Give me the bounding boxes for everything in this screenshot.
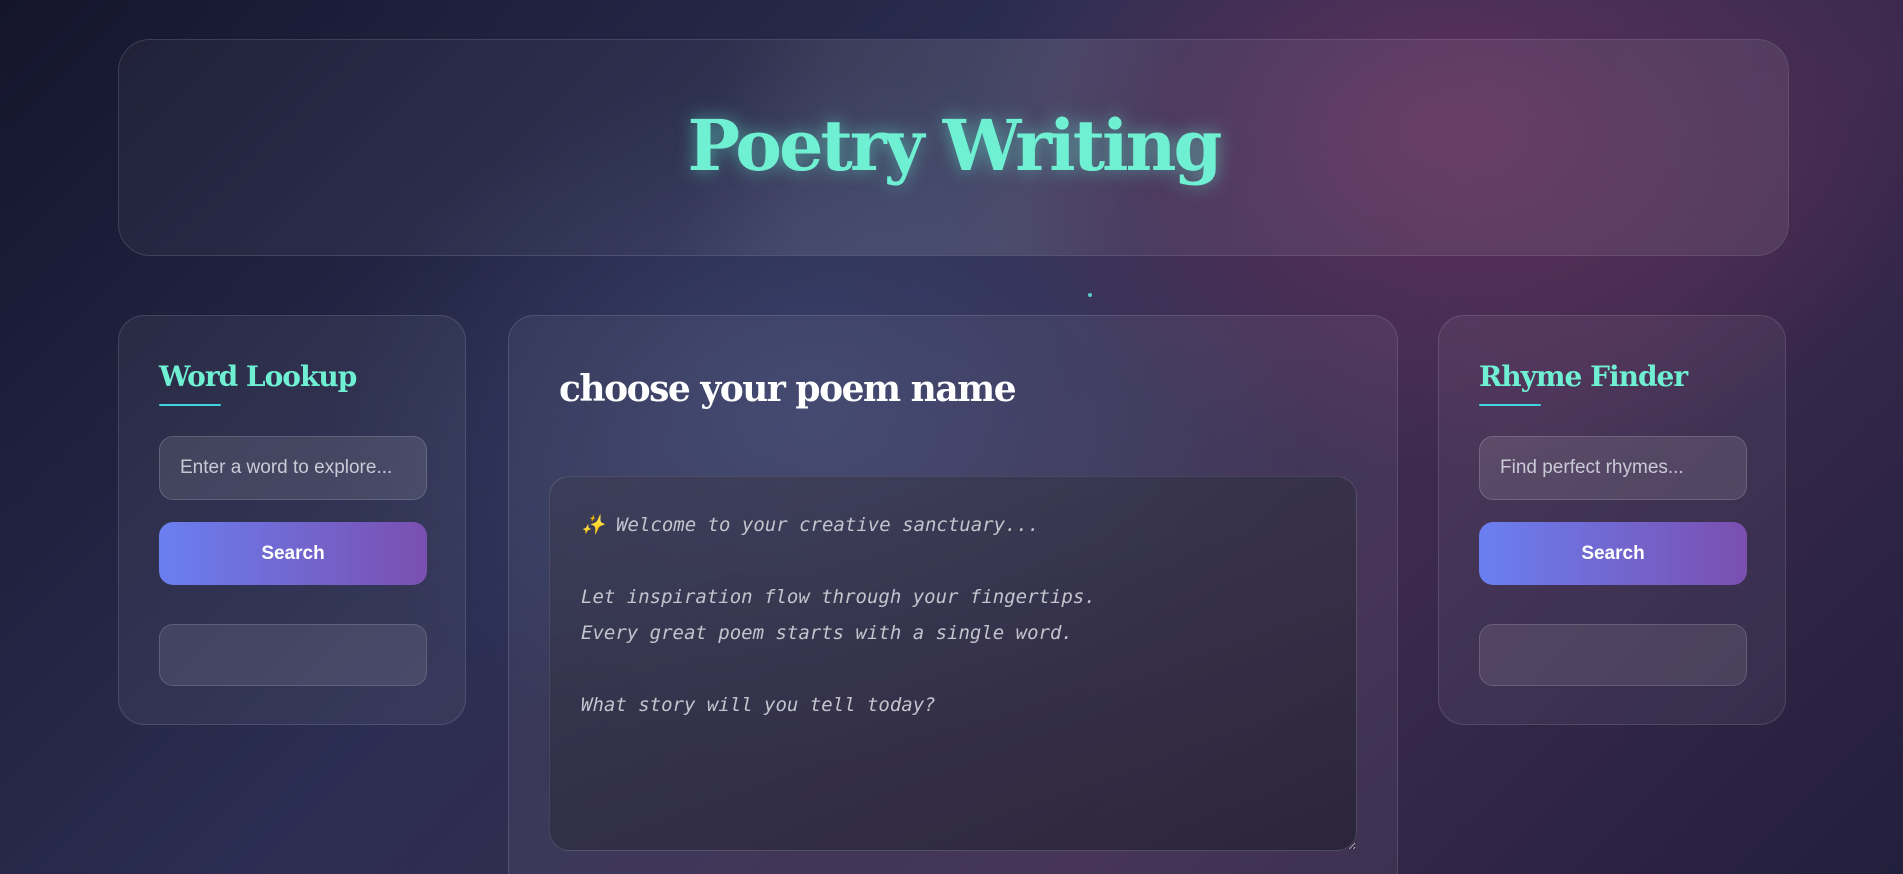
word-lookup-input[interactable] xyxy=(159,436,427,500)
decorative-dot xyxy=(1088,293,1092,297)
rhyme-finder-results xyxy=(1479,624,1747,686)
page-title: Poetry Writing xyxy=(687,104,1223,187)
rhyme-finder-search-button[interactable]: Search xyxy=(1479,522,1747,585)
poem-editor-panel: choose your poem name xyxy=(508,315,1398,874)
title-underline xyxy=(1479,404,1541,406)
word-lookup-title: Word Lookup xyxy=(159,360,357,393)
word-lookup-search-button[interactable]: Search xyxy=(159,522,427,585)
rhyme-finder-input[interactable] xyxy=(1479,436,1747,500)
word-lookup-panel: Word Lookup Search xyxy=(118,315,466,725)
title-underline xyxy=(159,404,221,406)
poem-textarea[interactable] xyxy=(549,476,1357,851)
word-lookup-results xyxy=(159,624,427,686)
rhyme-finder-title: Rhyme Finder xyxy=(1479,360,1688,393)
poem-name-title[interactable]: choose your poem name xyxy=(559,368,1017,410)
rhyme-finder-panel: Rhyme Finder Search xyxy=(1438,315,1786,725)
header-banner: Poetry Writing xyxy=(118,39,1789,256)
